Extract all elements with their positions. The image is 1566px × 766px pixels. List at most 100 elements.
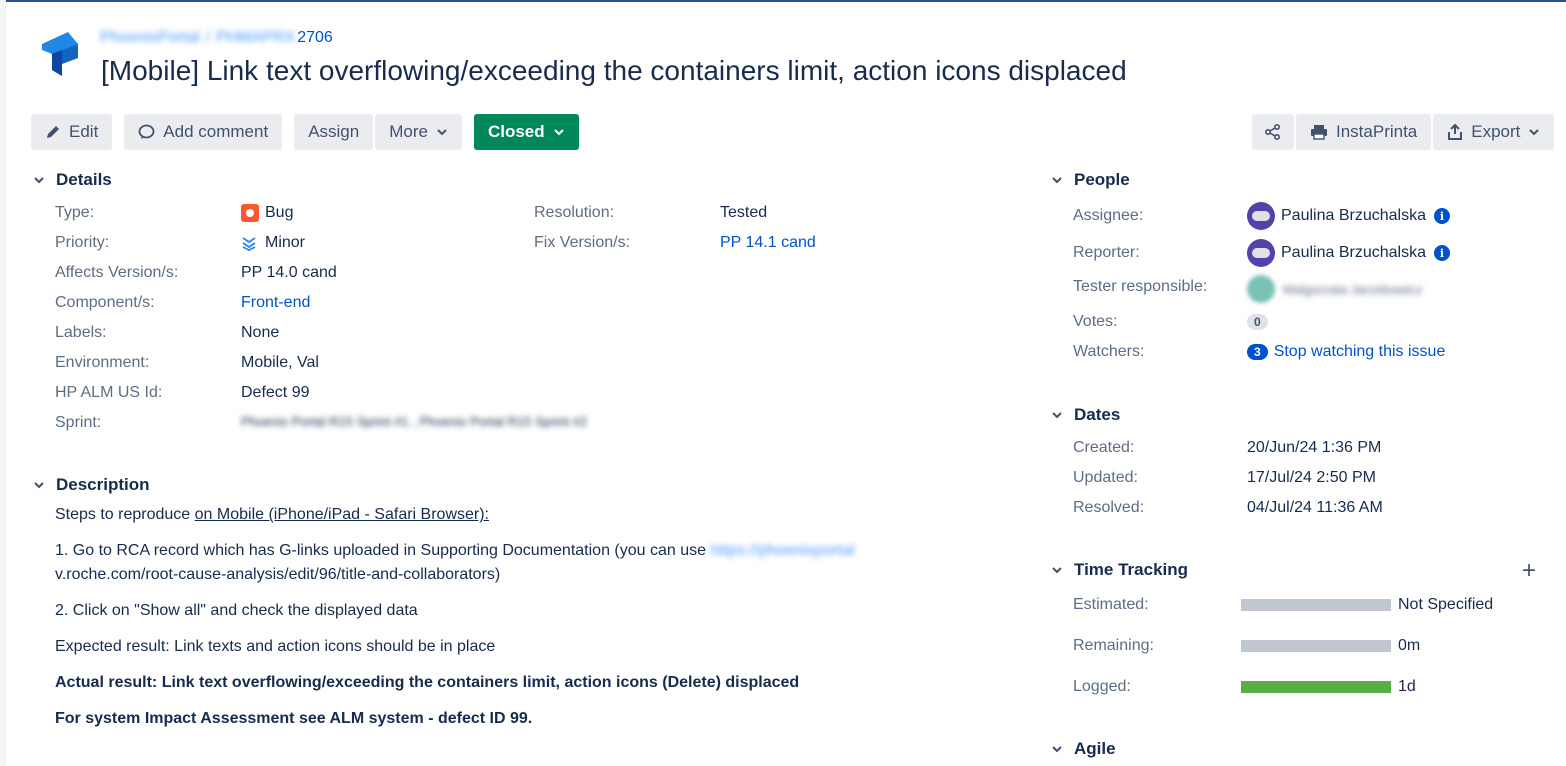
steps-platform: on Mobile (iPhone/iPad - Safari Browser)… [194,506,489,523]
priority-minor-icon [242,237,256,251]
chevron-down-icon [1052,746,1062,753]
created-label: Created: [1073,439,1135,456]
export-label: Export [1471,122,1521,141]
share-icon [1264,123,1281,141]
people-section-toggle[interactable]: People [1050,170,1130,190]
add-comment-button[interactable]: Add comment [124,114,283,150]
stop-watching-link[interactable]: Stop watching this issue [1274,343,1446,361]
description-impact: For system Impact Assessment see ALM sys… [55,710,533,727]
assign-button[interactable]: Assign [294,114,374,150]
edit-button-label: Edit [69,122,99,141]
agile-section-toggle[interactable]: Agile [1050,739,1116,759]
affects-version-value: PP 14.0 cand [241,264,337,281]
remaining-value: 0m [1398,637,1421,654]
bug-icon [241,204,259,222]
type-value: Bug [241,204,293,222]
avatar[interactable] [1247,275,1275,303]
comment-icon [138,124,155,139]
step1-link-blurred[interactable]: https://phoenixportal [710,542,854,559]
export-icon [1448,123,1463,140]
breadcrumb-issue-number[interactable]: 2706 [297,29,333,47]
avatar[interactable] [1247,202,1275,230]
chevron-down-icon [1052,177,1062,184]
watchers-value: 3 Stop watching this issue [1247,343,1445,361]
fix-version-link[interactable]: PP 14.1 cand [720,234,816,252]
resolved-label: Resolved: [1073,499,1145,516]
dates-section-toggle[interactable]: Dates [1050,405,1120,425]
more-label: More [389,122,428,141]
export-button[interactable]: Export [1433,114,1555,150]
updated-value: 17/Jul/24 2:50 PM [1247,469,1376,486]
reporter-name[interactable]: Paulina Brzuchalska [1281,244,1426,262]
updated-label: Updated: [1073,469,1138,486]
watchers-label: Watchers: [1073,343,1145,360]
instaprinta-label: InstaPrinta [1336,122,1418,141]
edit-button[interactable]: Edit [31,114,113,150]
chevron-down-icon [1052,567,1062,574]
assignee-value: Paulina Brzuchalska i [1247,202,1450,230]
resolution-label: Resolution: [534,204,615,221]
logged-value: 1d [1398,678,1416,695]
remaining-bar [1241,640,1391,652]
step1-link-continued[interactable]: v.roche.com/root-cause-analysis/edit/96/… [55,566,500,584]
logged-label: Logged: [1073,678,1131,695]
issue-toolbar: Edit Add comment Assign More Closed [31,114,579,150]
info-icon[interactable]: i [1433,245,1450,261]
agile-heading: Agile [1074,739,1116,758]
add-time-icon[interactable]: + [1522,559,1536,583]
avatar[interactable] [1247,239,1275,267]
component-link[interactable]: Front-end [241,294,310,312]
steps-prefix: Steps to reproduce [55,506,195,523]
assign-label: Assign [308,122,360,141]
assign-more-group: Assign More [294,114,462,150]
description-step-1: 1. Go to RCA record which has G-links up… [55,542,855,560]
tester-value: Malgorzata Jarzebowicz [1247,275,1422,303]
type-text: Bug [265,204,294,221]
details-heading: Details [56,170,112,189]
reporter-value: Paulina Brzuchalska i [1247,239,1450,267]
dates-heading: Dates [1074,405,1121,424]
environment-value: Mobile, Val [241,354,319,371]
tester-name[interactable]: Malgorzata Jarzebowicz [1283,282,1422,297]
breadcrumb-key-prefix[interactable]: PHMAPRX [216,29,295,47]
more-button[interactable]: More [375,114,462,150]
sprint-label: Sprint: [55,414,102,431]
remaining-label: Remaining: [1073,637,1154,654]
description-step-2: 2. Click on "Show all" and check the dis… [55,602,418,619]
printer-icon [1311,125,1327,140]
sprint-value[interactable]: Phoenix Portal R15 Sprint #1 , Phoenix P… [241,414,587,429]
description-section-toggle[interactable]: Description [32,475,150,495]
instaprinta-button[interactable]: InstaPrinta [1296,114,1432,150]
fix-version-label: Fix Version/s: [534,234,631,251]
hp-alm-value: Defect 99 [241,384,310,401]
assignee-name[interactable]: Paulina Brzuchalska [1281,207,1426,225]
details-section-toggle[interactable]: Details [32,170,112,190]
status-label: Closed [487,122,545,141]
time-tracking-section-toggle[interactable]: Time Tracking [1050,560,1188,580]
breadcrumb-project[interactable]: PhoenixPortal [100,29,200,47]
add-comment-label: Add comment [163,122,269,141]
watchers-count-badge[interactable]: 3 [1247,344,1268,360]
tester-label: Tester responsible: [1073,278,1208,295]
created-value: 20/Jun/24 1:36 PM [1247,439,1382,456]
project-logo-icon[interactable] [40,30,80,78]
estimated-label: Estimated: [1073,596,1149,613]
assignee-label: Assignee: [1073,207,1144,224]
issue-title: [Mobile] Link text overflowing/exceeding… [101,55,1127,86]
chevron-down-icon [553,129,564,136]
share-button[interactable] [1252,114,1294,150]
chevron-down-icon [437,129,447,136]
left-gutter [0,0,6,766]
votes-count-badge[interactable]: 0 [1247,314,1268,330]
estimated-value: Not Specified [1398,596,1494,613]
votes-value: 0 [1247,314,1268,330]
votes-label: Votes: [1073,313,1118,330]
breadcrumb-separator: / [205,29,211,46]
type-label: Type: [55,204,95,221]
component-label: Component/s: [55,294,155,311]
top-border [0,0,1566,2]
info-icon[interactable]: i [1433,208,1450,224]
resolved-value: 04/Jul/24 11:36 AM [1247,499,1383,516]
status-closed-button[interactable]: Closed [473,114,579,150]
issue-toolbar-right: InstaPrinta Export [1252,114,1555,150]
